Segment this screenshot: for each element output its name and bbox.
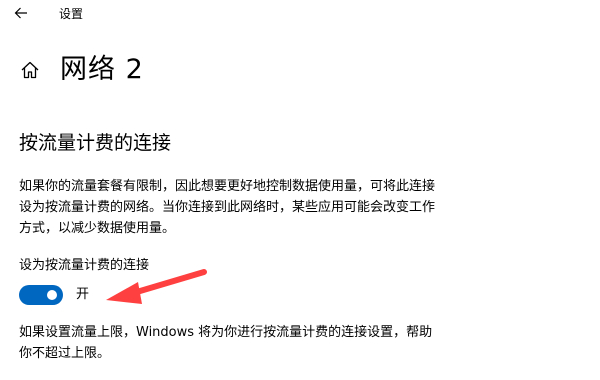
toggle-state-label: 开 xyxy=(76,287,90,302)
metered-description: 如果你的流量套餐有限制，因此想要更好地控制数据使用量，可将此连接 设为按流量计费… xyxy=(19,179,436,236)
arrow-left-icon xyxy=(14,5,28,24)
section-title: 按流量计费的连接 xyxy=(19,132,172,154)
title-bar: 设置 xyxy=(0,0,600,30)
metered-connection-toggle[interactable] xyxy=(19,285,63,305)
data-limit-note: 如果设置流量上限，Windows 将为你进行按流量计费的连接设置，帮助 你不超过… xyxy=(19,325,433,361)
app-title: 设置 xyxy=(59,7,84,21)
annotation-arrow xyxy=(106,269,207,304)
metered-toggle-row: 开 xyxy=(19,284,89,306)
page-header: 网络 2 xyxy=(18,52,144,88)
home-icon[interactable] xyxy=(18,58,42,82)
toggle-knob xyxy=(47,290,57,300)
page-title: 网络 2 xyxy=(60,54,144,85)
back-button[interactable] xyxy=(8,3,34,25)
settings-page: 设置 网络 2 按流量计费的连接 如果你的流量套餐有限制，因此想要更好地控制数据… xyxy=(0,0,600,380)
